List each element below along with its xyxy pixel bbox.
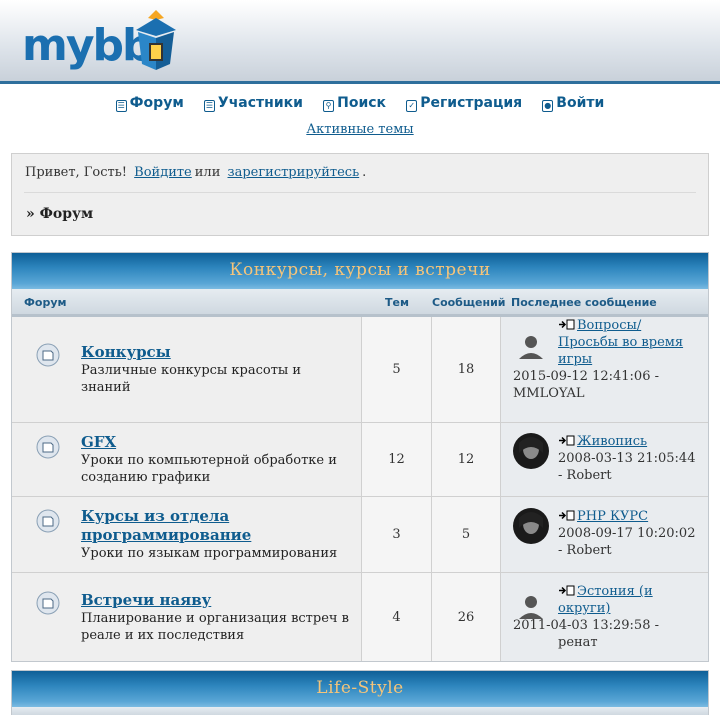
default-avatar-icon <box>513 329 549 365</box>
forum-cell: GFX Уроки по компьютерной обработке и со… <box>12 423 362 496</box>
list-icon: ☰ <box>203 100 215 112</box>
forum-cell: Курсы из отдела программирование Уроки п… <box>12 497 362 572</box>
panel-divider <box>24 192 696 193</box>
forum-status-icon <box>36 435 60 459</box>
col-last-post: Последнее сообщение <box>511 296 657 309</box>
col-topics: Тем <box>385 296 409 309</box>
active-topics-link[interactable]: Активные темы <box>306 122 413 137</box>
forum-row: Курсы из отдела программирование Уроки п… <box>12 497 708 573</box>
posts-count: 5 <box>432 497 501 572</box>
nav-register[interactable]: ✓ Регистрация <box>406 95 522 112</box>
forum-description: Различные конкурсы красоты и знаний <box>81 363 302 395</box>
photo-avatar-icon <box>513 508 549 544</box>
last-post-cell: Эстония (и округи) 2011-04-03 13:29:58 -… <box>501 573 708 661</box>
forum-row: Встречи наяву Планирование и организация… <box>12 573 708 661</box>
forum-status-icon <box>36 509 60 533</box>
forum-description: Уроки по языкам программирования <box>81 546 338 561</box>
last-post-cell: Живопись 2008-03-13 21:05:44 - Robert <box>501 423 708 496</box>
nav-forum[interactable]: ☰ Форум <box>115 95 184 112</box>
login-icon: ● <box>542 100 554 112</box>
go-to-post-icon[interactable] <box>558 319 575 330</box>
forum-status-icon <box>36 343 60 367</box>
column-headers <box>12 707 708 715</box>
column-headers: Форум Тем Сообщений Последнее сообщение <box>12 289 708 317</box>
posts-count: 18 <box>432 317 501 422</box>
col-forum: Форум <box>24 296 67 309</box>
forum-title-link[interactable]: Курсы из отдела программирование <box>81 507 351 545</box>
go-to-post-icon[interactable] <box>558 510 575 521</box>
last-post-link[interactable]: Живопись <box>577 434 647 449</box>
forum-description: Уроки по компьютерной обработке и создан… <box>81 453 337 485</box>
category-title[interactable]: Конкурсы, курсы и встречи <box>12 253 708 289</box>
greeting-text: Привет, Гость! <box>25 165 128 180</box>
breadcrumb: » Форум <box>26 206 94 222</box>
photo-avatar-icon <box>513 433 549 469</box>
forum-title-link[interactable]: Конкурсы <box>81 343 351 362</box>
forum-title-link[interactable]: Встречи наяву <box>81 591 351 610</box>
sub-nav: Активные темы <box>0 122 720 137</box>
category-contests: Конкурсы, курсы и встречи Форум Тем Сооб… <box>11 252 709 662</box>
register-link[interactable]: зарегистрируйтесь <box>228 165 360 180</box>
last-post-meta: 2008-03-13 21:05:44 - Robert <box>558 451 696 483</box>
nav-search[interactable]: ⚲ Поиск <box>323 95 386 112</box>
lantern-icon <box>136 10 176 70</box>
last-post-link[interactable]: Вопросы/ Просьбы во время игры <box>558 318 683 367</box>
forum-row: GFX Уроки по компьютерной обработке и со… <box>12 423 708 497</box>
nav-login[interactable]: ● Войти <box>542 95 604 112</box>
go-to-post-icon[interactable] <box>558 435 575 446</box>
topics-count: 12 <box>362 423 432 496</box>
last-post-meta: 2015-09-12 12:41:06 - MMLOYAL <box>513 369 659 401</box>
last-post-cell: PHP КУРС 2008-09-17 10:20:02 - Robert <box>501 497 708 572</box>
forum-status-icon <box>36 591 60 615</box>
nav-members[interactable]: ☰ Участники <box>203 95 303 112</box>
forum-cell: Конкурсы Различные конкурсы красоты и зн… <box>12 317 362 422</box>
forum-row: Конкурсы Различные конкурсы красоты и зн… <box>12 317 708 423</box>
welcome-panel: Привет, Гость! Войдите или зарегистрируйт… <box>11 153 709 236</box>
welcome-message: Привет, Гость! Войдите или зарегистрируйт… <box>25 165 367 180</box>
last-post-meta: 2011-04-03 13:29:58 - ренат <box>513 618 659 650</box>
mybb-logo[interactable]: mybb <box>22 6 192 76</box>
or-text: или <box>194 165 221 180</box>
posts-count: 26 <box>432 573 501 661</box>
main-nav: ☰ Форум ☰ Участники ⚲ Поиск ✓ Регистрация ● В… <box>0 95 720 112</box>
last-post-link[interactable]: PHP КУРС <box>577 509 648 524</box>
last-post-cell: Вопросы/ Просьбы во время игры 2015-09-1… <box>501 317 708 422</box>
col-posts: Сообщений <box>432 296 506 309</box>
category-title[interactable]: Life-Style <box>12 671 708 707</box>
category-life-style: Life-Style <box>11 670 709 715</box>
list-icon: ☰ <box>115 100 127 112</box>
topics-count: 3 <box>362 497 432 572</box>
last-post-meta: 2008-09-17 10:20:02 - Robert <box>558 526 696 558</box>
login-link[interactable]: Войдите <box>134 165 192 180</box>
topics-count: 4 <box>362 573 432 661</box>
checkmark-icon: ✓ <box>406 100 418 112</box>
forum-description: Планирование и организация встреч в реал… <box>81 610 349 643</box>
forum-cell: Встречи наяву Планирование и организация… <box>12 573 362 661</box>
site-header: mybb <box>0 0 720 84</box>
posts-count: 12 <box>432 423 501 496</box>
topics-count: 5 <box>362 317 432 422</box>
magnifier-icon: ⚲ <box>323 100 335 112</box>
go-to-post-icon[interactable] <box>558 585 575 596</box>
forum-title-link[interactable]: GFX <box>81 433 351 452</box>
